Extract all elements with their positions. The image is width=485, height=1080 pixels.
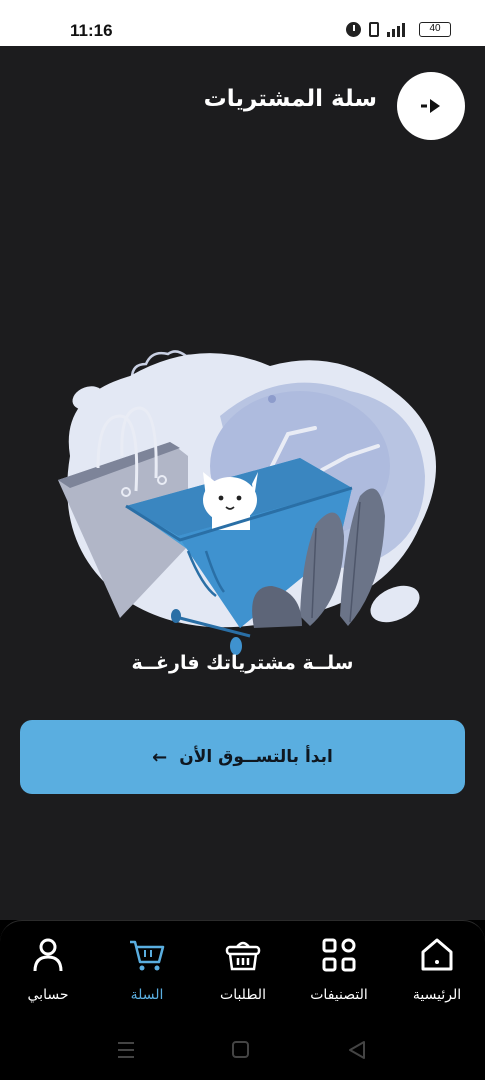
nav-label-cart: السلة — [130, 987, 164, 1003]
nav-item-orders[interactable]: الطلبات — [198, 935, 288, 1015]
page-title: سلة المشتريات — [203, 86, 377, 112]
recents-icon[interactable] — [118, 1042, 134, 1058]
back-system-icon[interactable] — [349, 1041, 365, 1059]
start-shopping-button[interactable]: ابدأ بالتســوق الأن ← — [20, 720, 465, 794]
nav-item-account[interactable]: حسابي — [3, 935, 93, 1015]
status-bar: 11:16 40 — [0, 0, 485, 46]
cart-screen: سلة المشتريات سلــة مشترياتك فارغــة ابد… — [0, 46, 485, 920]
nav-label-orders: الطلبات — [220, 987, 266, 1003]
alarm-icon — [346, 22, 361, 37]
empty-cart-message: سلــة مشترياتك فارغــة — [131, 652, 354, 674]
nav-item-cart[interactable]: السلة — [102, 935, 192, 1015]
back-button[interactable] — [397, 72, 465, 140]
nav-label-categories: التصنيفات — [310, 987, 368, 1003]
status-time: 11:16 — [70, 21, 113, 40]
system-nav-bar — [0, 1030, 485, 1080]
vibrate-icon — [369, 22, 379, 37]
user-icon — [33, 938, 63, 972]
bottom-nav: الرئيسية التصنيفات الطلبات السلة حسابي — [0, 920, 485, 1030]
categories-icon — [322, 938, 356, 972]
nav-item-categories[interactable]: التصنيفات — [294, 935, 384, 1015]
nav-item-home[interactable]: الرئيسية — [392, 935, 482, 1015]
basket-icon — [225, 941, 261, 971]
home-system-icon[interactable] — [232, 1041, 249, 1058]
nav-label-account: حسابي — [27, 987, 69, 1003]
empty-shopping-cart-illustration — [58, 350, 436, 655]
arrow-left-icon: ← — [152, 746, 168, 768]
home-icon — [421, 938, 453, 971]
battery-indicator: 40 — [419, 22, 451, 37]
status-icons: 40 — [346, 22, 451, 37]
start-shopping-label: ابدأ بالتســوق الأن — [179, 747, 333, 767]
signal-icon — [387, 22, 411, 37]
arrow-back-icon — [421, 99, 440, 113]
nav-label-home: الرئيسية — [412, 987, 462, 1003]
cart-icon — [130, 940, 165, 971]
